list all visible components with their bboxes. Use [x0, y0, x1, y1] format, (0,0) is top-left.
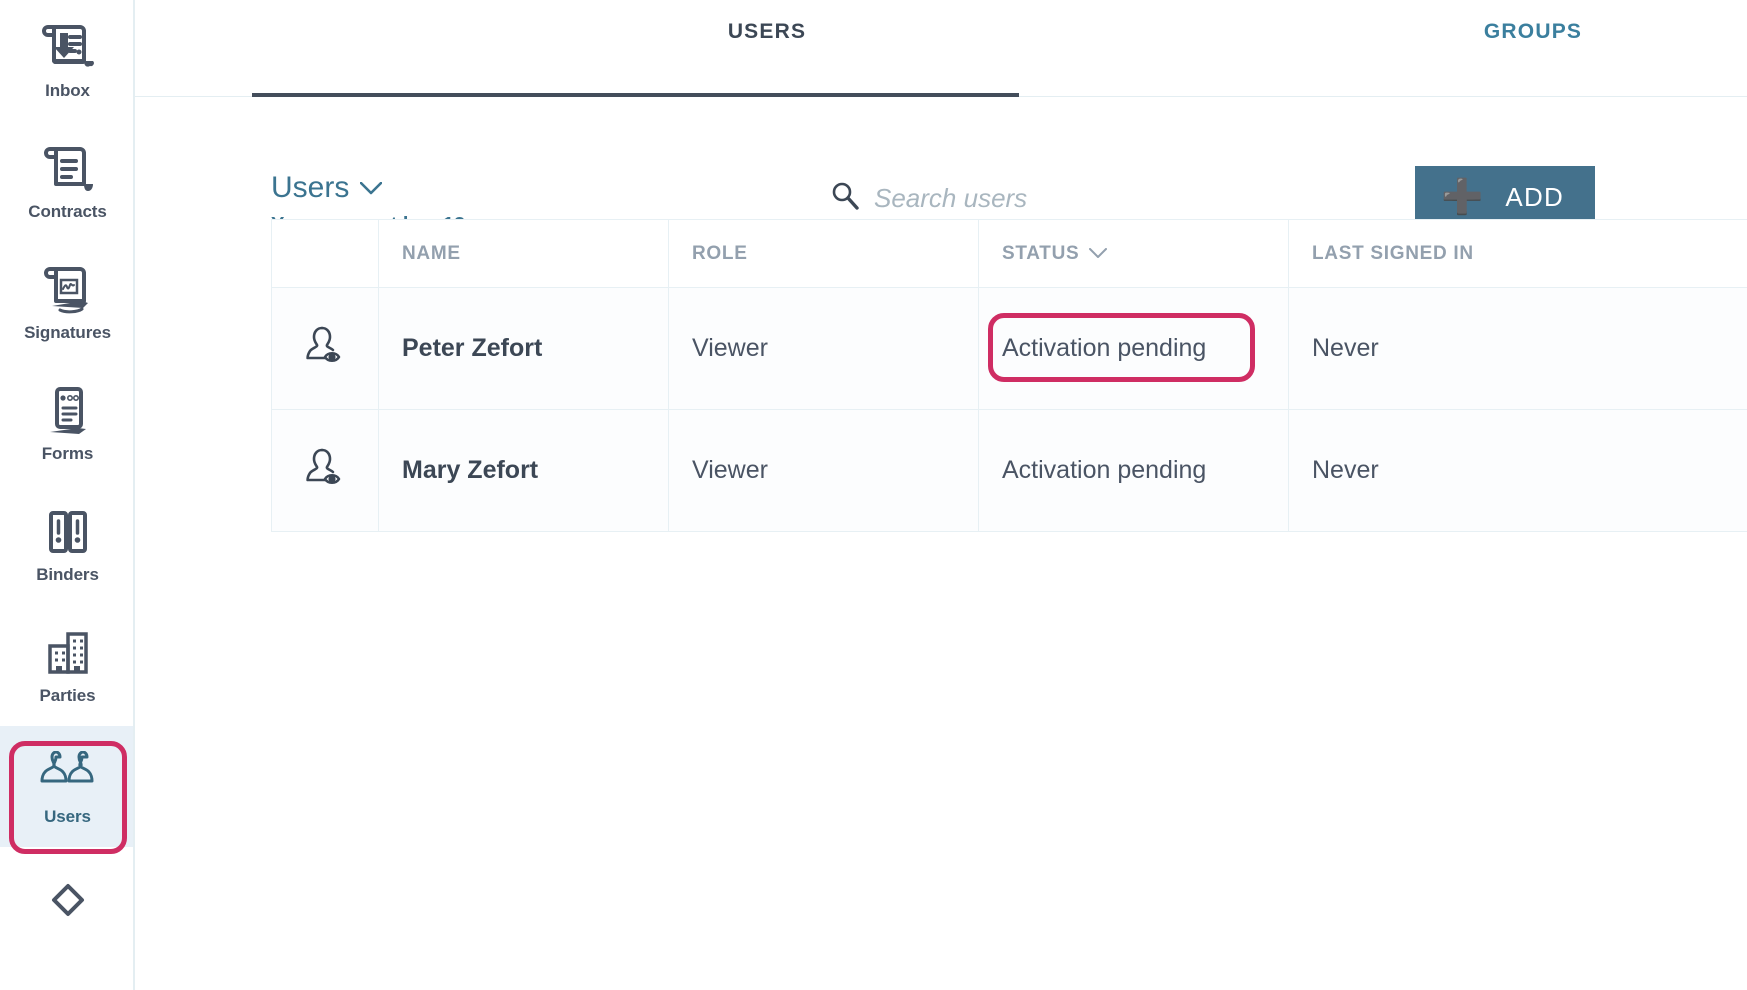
tab-groups[interactable]: GROUPS [1150, 20, 1747, 44]
application-window: Inbox Contracts [0, 0, 1747, 990]
table-header-last-signed-in: LAST SIGNED IN [1312, 243, 1474, 265]
sidebar-item-label: Inbox [45, 81, 90, 101]
user-avatar-cell [272, 288, 379, 409]
users-dropdown-toggle[interactable]: Users [271, 173, 524, 203]
add-button-label: ADD [1505, 182, 1564, 213]
buildings-icon [40, 626, 96, 682]
users-group-icon [32, 747, 104, 803]
sidebar-item-signatures[interactable]: Signatures [0, 242, 135, 363]
table-header-avatar [272, 220, 379, 287]
signature-document-icon [40, 263, 96, 319]
user-status: Activation pending [1002, 334, 1206, 362]
tab-users[interactable]: USERS [384, 20, 1150, 44]
table-header-row: NAME ROLE STATUS LAST SIGNED IN [272, 220, 1747, 288]
inbox-document-icon [40, 21, 96, 77]
sidebar-item-binders[interactable]: Binders [0, 484, 135, 605]
user-last-signed-in: Never [1312, 334, 1379, 363]
sidebar-item-contracts[interactable]: Contracts [0, 121, 135, 242]
user-viewer-icon [302, 446, 348, 495]
sidebar-item-label: Users [44, 807, 91, 827]
binders-icon [40, 505, 96, 561]
table-header-status[interactable]: STATUS [1002, 243, 1107, 265]
sidebar-item-forms[interactable]: Forms [0, 363, 135, 484]
page-title: Users [271, 173, 349, 203]
user-name: Peter Zefort [402, 334, 542, 363]
sidebar-item-label: Binders [36, 565, 99, 585]
table-header-status-label: STATUS [1002, 243, 1079, 265]
table-row[interactable]: Peter Zefort Viewer Activation pending N… [272, 288, 1747, 410]
chevron-down-icon [1089, 243, 1107, 265]
users-panel: Users Your account has 13 users [135, 97, 1747, 532]
sidebar-item-users[interactable]: Users [0, 726, 135, 847]
sidebar-item-partial[interactable] [0, 847, 135, 968]
diamond-icon [40, 880, 96, 936]
sidebar-navigation: Inbox Contracts [0, 0, 135, 990]
form-document-icon [40, 384, 96, 440]
table-header-name: NAME [402, 243, 461, 265]
user-role: Viewer [692, 334, 768, 363]
sidebar-item-label: Signatures [24, 323, 111, 343]
sidebar-item-parties[interactable]: Parties [0, 605, 135, 726]
user-last-signed-in: Never [1312, 456, 1379, 485]
table-header-role: ROLE [692, 243, 748, 265]
tab-bar: USERS GROUPS [135, 0, 1747, 97]
plus-icon: ➕ [1441, 180, 1483, 214]
sidebar-item-label: Forms [42, 444, 93, 464]
user-avatar-cell [272, 410, 379, 531]
users-table: NAME ROLE STATUS LAST SIGNED IN [271, 219, 1747, 532]
table-row[interactable]: Mary Zefort Viewer Activation pending Ne… [272, 410, 1747, 532]
list-header: Users Your account has 13 users [252, 97, 1747, 219]
user-viewer-icon [302, 324, 348, 373]
sidebar-item-label: Contracts [28, 202, 106, 222]
chevron-down-icon [360, 182, 382, 195]
user-name: Mary Zefort [402, 456, 538, 485]
search-icon [830, 181, 860, 216]
sidebar-item-label: Parties [39, 686, 95, 706]
sidebar-item-inbox[interactable]: Inbox [0, 0, 135, 121]
main-content: USERS GROUPS Users Your account has 13 u… [135, 0, 1747, 990]
user-status: Activation pending [1002, 456, 1206, 485]
contract-document-icon [40, 142, 96, 198]
search-placeholder: Search users [874, 183, 1027, 214]
user-role: Viewer [692, 456, 768, 485]
